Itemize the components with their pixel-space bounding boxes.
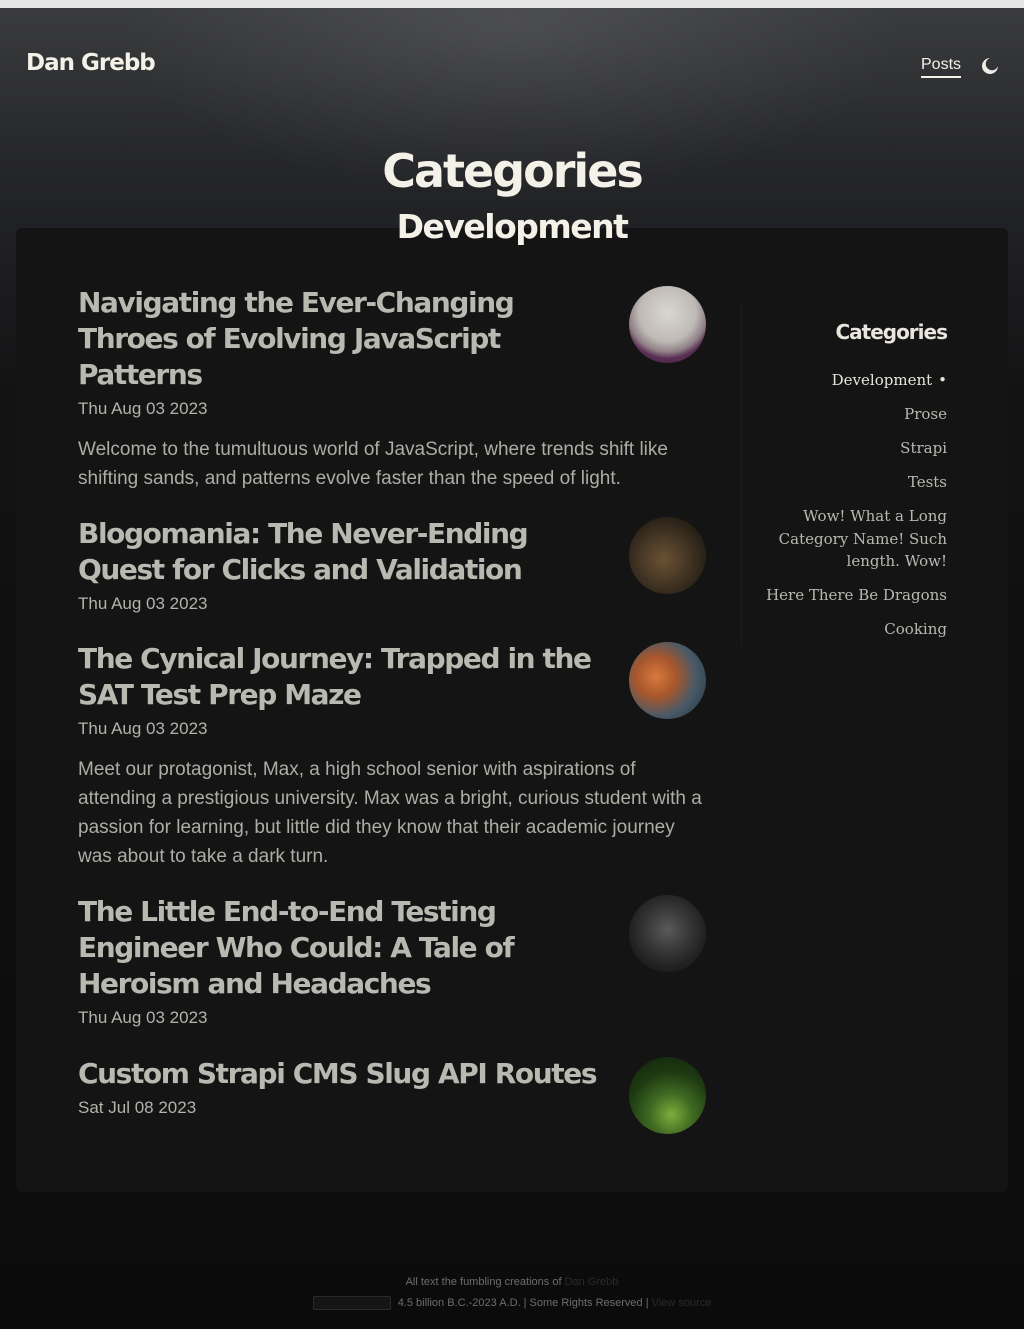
footer-credit-text: All text the fumbling creations of xyxy=(405,1276,562,1288)
moon-icon[interactable] xyxy=(980,56,1000,76)
site-title-link[interactable]: Dan Grebb xyxy=(26,50,156,76)
category-label: Tests xyxy=(907,473,947,491)
post-item: Navigating the Ever-Changing Throes of E… xyxy=(78,285,708,493)
nav-posts-link[interactable]: Posts xyxy=(921,56,962,78)
post-item: Custom Strapi CMS Slug API Routes Sat Ju… xyxy=(78,1056,708,1134)
post-title-link[interactable]: Navigating the Ever-Changing Throes of E… xyxy=(78,285,608,393)
post-date: Sat Jul 08 2023 xyxy=(78,1098,197,1117)
footer-license-text: 4.5 billion B.C.-2023 A.D. | Some Rights… xyxy=(397,1296,649,1309)
post-title-link[interactable]: Blogomania: The Never-Ending Quest for C… xyxy=(78,516,608,588)
category-item-strapi[interactable]: Strapi xyxy=(760,437,947,460)
page-subtitle: Development xyxy=(396,207,629,246)
license-badge-icon[interactable] xyxy=(312,1296,391,1310)
footer-credit: All text the fumbling creations of Dan G… xyxy=(0,1276,1024,1288)
category-item-long-name[interactable]: Wow! What a Long Category Name! Such len… xyxy=(760,505,947,573)
post-thumbnail[interactable] xyxy=(629,642,706,719)
category-item-prose[interactable]: Prose xyxy=(760,403,947,426)
category-list: Development • Prose Strapi Tests Wow! Wha… xyxy=(760,369,947,641)
post-title-link[interactable]: The Little End-to-End Testing Engineer W… xyxy=(78,894,608,1002)
post-item: Blogomania: The Never-Ending Quest for C… xyxy=(78,516,708,614)
sidebar-divider xyxy=(741,305,742,645)
post-date: Thu Aug 03 2023 xyxy=(78,399,208,418)
post-thumbnail[interactable] xyxy=(629,895,706,972)
category-label: Wow! What a Long Category Name! Such len… xyxy=(778,507,947,570)
category-item-tests[interactable]: Tests xyxy=(760,471,947,494)
post-excerpt: Welcome to the tumultuous world of JavaS… xyxy=(78,439,668,489)
active-marker: • xyxy=(938,371,947,389)
category-label: Strapi xyxy=(900,439,947,457)
post-thumbnail[interactable] xyxy=(629,517,706,594)
category-label: Prose xyxy=(904,405,947,423)
post-item: The Cynical Journey: Trapped in the SAT … xyxy=(78,641,708,871)
post-item: The Little End-to-End Testing Engineer W… xyxy=(78,894,708,1028)
footer-license: 4.5 billion B.C.-2023 A.D. | Some Rights… xyxy=(0,1296,1024,1310)
post-thumbnail[interactable] xyxy=(629,1057,706,1134)
post-title-link[interactable]: The Cynical Journey: Trapped in the SAT … xyxy=(78,641,608,713)
post-title-link[interactable]: Custom Strapi CMS Slug API Routes xyxy=(78,1056,618,1092)
sidebar-title: Categories xyxy=(835,320,948,344)
footer-source-link[interactable]: View source xyxy=(652,1297,712,1309)
category-item-cooking[interactable]: Cooking xyxy=(760,618,947,641)
post-date: Thu Aug 03 2023 xyxy=(78,719,208,738)
page-title: Categories xyxy=(382,144,644,198)
post-date: Thu Aug 03 2023 xyxy=(78,1008,208,1027)
browser-top-strip xyxy=(0,0,1024,8)
category-label: Cooking xyxy=(884,620,947,638)
category-item-development[interactable]: Development • xyxy=(760,369,947,392)
post-thumbnail[interactable] xyxy=(629,286,706,363)
post-excerpt: Meet our protagonist, Max, a high school… xyxy=(78,759,702,867)
category-item-dragons[interactable]: Here There Be Dragons xyxy=(760,584,947,607)
post-date: Thu Aug 03 2023 xyxy=(78,594,208,613)
category-label: Here There Be Dragons xyxy=(766,586,947,604)
category-label: Development xyxy=(831,371,933,389)
categories-sidebar: Categories Development • Prose Strapi Tes… xyxy=(760,320,948,652)
footer-author-link[interactable]: Dan Grebb xyxy=(565,1276,619,1288)
site-header: Dan Grebb Posts xyxy=(0,8,1024,128)
